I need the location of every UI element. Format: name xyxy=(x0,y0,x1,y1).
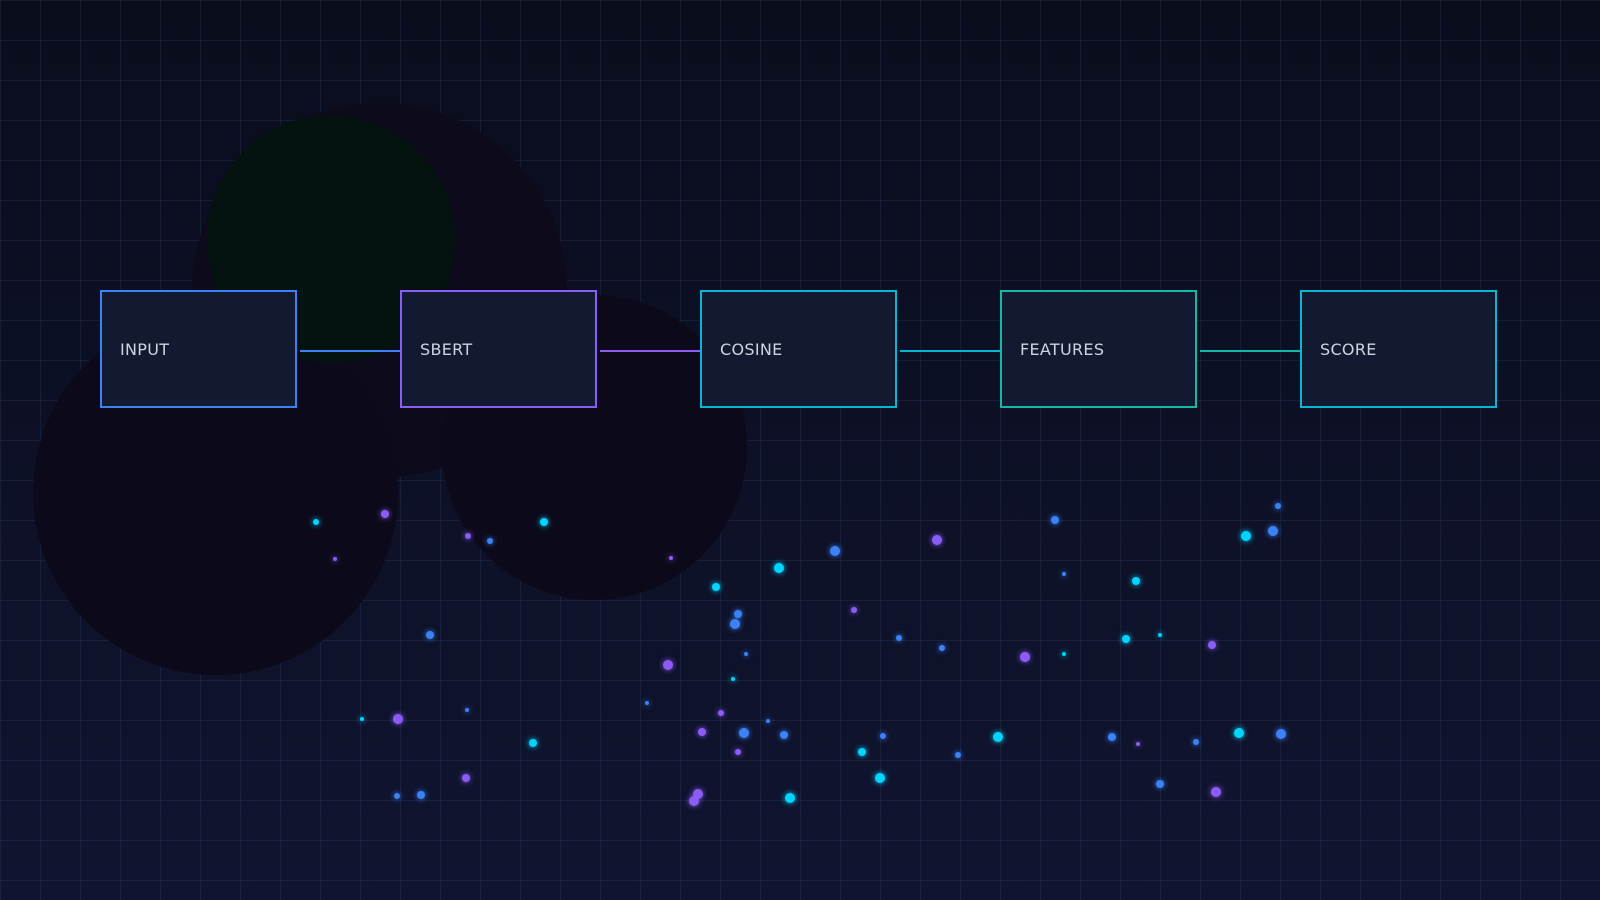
particle-dot xyxy=(465,533,471,539)
particle-dot xyxy=(417,791,425,799)
particle-dot xyxy=(712,583,720,591)
particle-dot xyxy=(1234,728,1244,738)
particle-dot xyxy=(830,546,840,556)
particle-dot xyxy=(698,728,706,736)
particle-dot xyxy=(1062,572,1066,576)
particle-dot xyxy=(1275,503,1281,509)
particle-dot xyxy=(1062,652,1066,656)
particle-dot xyxy=(393,714,403,724)
particle-dot xyxy=(645,701,649,705)
particle-dot xyxy=(718,710,724,716)
particle-dot xyxy=(932,535,942,545)
particle-dot xyxy=(394,793,400,799)
particle-dot xyxy=(739,728,749,738)
particle-dot xyxy=(1132,577,1140,585)
particle-dot xyxy=(1136,742,1140,746)
particle-dot xyxy=(487,538,493,544)
particle-dot xyxy=(1051,516,1059,524)
particle-dot xyxy=(1158,633,1162,637)
particle-dot xyxy=(858,748,866,756)
particle-dot xyxy=(731,677,735,681)
particle-dot xyxy=(529,739,537,747)
particle-dot xyxy=(880,733,886,739)
particle-dot xyxy=(735,749,741,755)
particle-dot xyxy=(939,645,945,651)
particle-dot xyxy=(744,652,748,656)
particle-dot xyxy=(1193,739,1199,745)
particle-dot xyxy=(774,563,784,573)
particle-dot xyxy=(785,793,795,803)
particle-dot xyxy=(896,635,902,641)
particle-dot xyxy=(955,752,961,758)
particle-dot xyxy=(1276,729,1286,739)
particle-dot xyxy=(689,796,699,806)
particle-dot xyxy=(663,660,673,670)
particle-field xyxy=(0,0,1600,900)
particle-dot xyxy=(1108,733,1116,741)
particle-dot xyxy=(462,774,470,782)
particle-dot xyxy=(851,607,857,613)
particle-dot xyxy=(1122,635,1130,643)
particle-dot xyxy=(766,719,770,723)
particle-dot xyxy=(313,519,319,525)
particle-dot xyxy=(1211,787,1221,797)
particle-dot xyxy=(730,619,740,629)
particle-dot xyxy=(1208,641,1216,649)
particle-dot xyxy=(333,557,337,561)
particle-dot xyxy=(360,717,364,721)
particle-dot xyxy=(780,731,788,739)
particle-dot xyxy=(1020,652,1030,662)
particle-dot xyxy=(669,556,673,560)
particle-dot xyxy=(1156,780,1164,788)
particle-dot xyxy=(993,732,1003,742)
particle-dot xyxy=(734,610,742,618)
particle-dot xyxy=(875,773,885,783)
particle-dot xyxy=(426,631,434,639)
particle-dot xyxy=(381,510,389,518)
particle-dot xyxy=(1268,526,1278,536)
particle-dot xyxy=(1241,531,1251,541)
particle-dot xyxy=(540,518,548,526)
particle-dot xyxy=(465,708,469,712)
